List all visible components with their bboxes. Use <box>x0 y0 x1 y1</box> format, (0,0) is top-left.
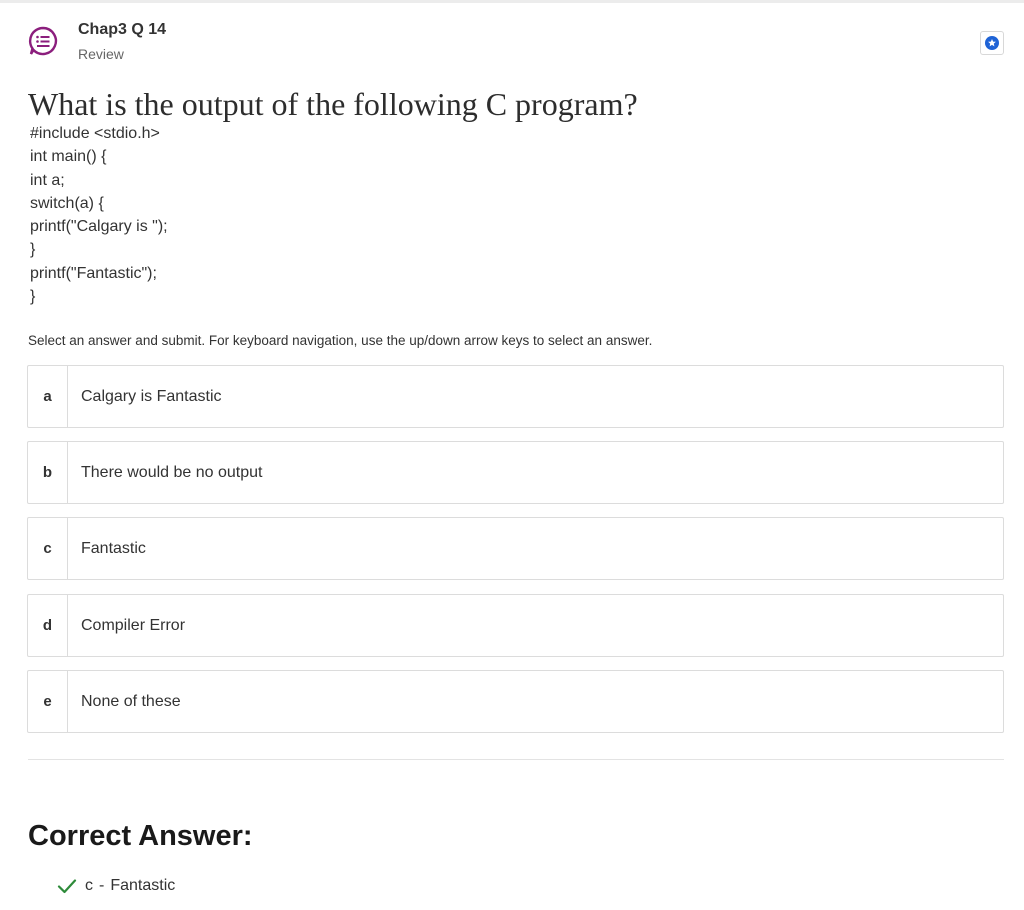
code-line: printf("Fantastic"); <box>30 264 157 282</box>
correct-answer-text: Fantastic <box>110 877 176 894</box>
quiz-header: Chap3 Q 14 Review <box>28 20 1004 64</box>
code-line: } <box>30 288 36 306</box>
quiz-chat-icon <box>28 26 58 56</box>
correct-answer-separator: - <box>99 877 105 894</box>
option-a[interactable]: a Calgary is Fantastic <box>27 365 1004 428</box>
code-line: printf("Calgary is "); <box>30 218 168 236</box>
option-letter: d <box>28 595 68 656</box>
star-badge-icon <box>985 36 999 50</box>
option-c[interactable]: c Fantastic <box>27 517 1004 580</box>
code-line: #include <stdio.h> <box>30 125 160 142</box>
option-letter: b <box>28 442 68 503</box>
checkmark-icon <box>57 879 77 894</box>
option-letter: c <box>28 518 68 579</box>
code-line: } <box>30 241 36 259</box>
correct-answer-letter: c <box>85 877 93 894</box>
question-heading: What is the output of the following C pr… <box>28 86 638 122</box>
option-d[interactable]: d Compiler Error <box>27 594 1004 657</box>
option-letter: e <box>28 671 68 732</box>
quiz-subtitle: Review <box>78 46 124 62</box>
option-text: None of these <box>81 692 181 710</box>
option-letter: a <box>28 366 68 427</box>
correct-answer-heading: Correct Answer: <box>28 820 253 852</box>
top-rule <box>0 0 1024 3</box>
option-text: Compiler Error <box>81 616 186 634</box>
option-text: Calgary is Fantastic <box>81 387 222 405</box>
option-text: There would be no output <box>81 463 263 481</box>
section-divider <box>28 759 1004 760</box>
correct-answer-row: c - Fantastic <box>57 876 175 896</box>
code-block: #include <stdio.h> int main() { int a; s… <box>30 122 168 308</box>
option-text: Fantastic <box>81 539 146 557</box>
code-line: int a; <box>30 171 65 189</box>
quiz-title: Chap3 Q 14 <box>78 21 167 38</box>
bookmark-button[interactable] <box>980 31 1004 55</box>
instructions: Select an answer and submit. For keyboar… <box>28 333 653 348</box>
code-line: int main() { <box>30 148 107 166</box>
option-b[interactable]: b There would be no output <box>27 441 1004 504</box>
code-line: switch(a) { <box>30 194 104 212</box>
option-e[interactable]: e None of these <box>27 670 1004 733</box>
